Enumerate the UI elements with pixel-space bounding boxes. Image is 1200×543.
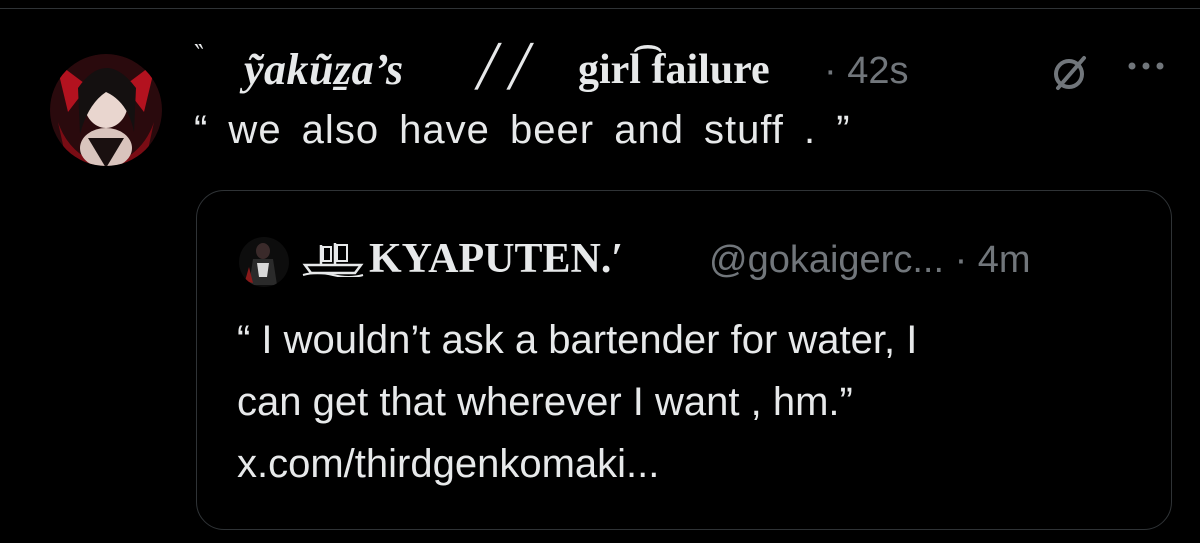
author-name-slashes: ╱╱ (476, 44, 541, 90)
ship-icon (301, 241, 365, 278)
quoted-link[interactable]: x.com/thirdgenkomaki... (237, 433, 1137, 495)
quoted-tweet-text: “ I wouldn’t ask a bartender for water, … (237, 309, 1137, 495)
quoted-author-avatar (239, 237, 289, 287)
tweet-text: “ we also have beer and stuff . ” (194, 108, 851, 152)
more-icon[interactable] (1124, 56, 1168, 76)
avatar-image (50, 54, 162, 166)
quoted-author-handle-time[interactable]: @gokaigerc... · 4m (709, 239, 1031, 282)
quoted-tweet-card[interactable]: KYAPUTEN.′ @gokaigerc... · 4m “ I wouldn… (196, 190, 1172, 530)
avatar[interactable] (48, 52, 164, 168)
author-display-name[interactable]: ỹakũẕa’s (244, 44, 404, 95)
top-divider (0, 0, 1200, 9)
quoted-text-line: “ I wouldn’t ask a bartender for water, … (237, 318, 918, 362)
tweet-timestamp[interactable]: · 42s (824, 50, 908, 93)
decorative-quote-mark: ‶ (194, 40, 204, 70)
quoted-author-name[interactable]: KYAPUTEN.′ (369, 235, 623, 283)
quoted-text-line: can get that wherever I want , hm.” (237, 380, 853, 424)
author-display-name-suffix[interactable]: girl͡ failure (578, 46, 770, 94)
grok-icon[interactable] (1050, 52, 1090, 92)
